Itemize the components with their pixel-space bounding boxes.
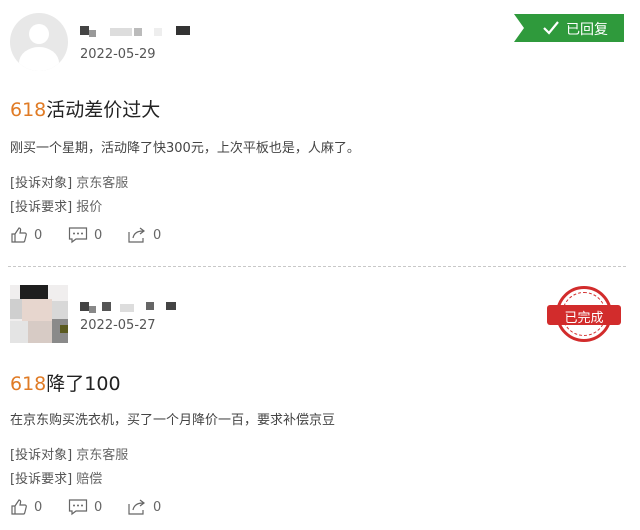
replied-status-badge: 已回复	[514, 14, 624, 42]
request-value: 赔偿	[76, 472, 103, 487]
user-avatar[interactable]	[10, 285, 68, 343]
post-title[interactable]: 618降了100	[10, 369, 121, 396]
share-count: 0	[153, 227, 162, 243]
complaint-target-row: [投诉对象] 京东客服	[10, 172, 128, 191]
complaint-request-row: [投诉要求] 赔偿	[10, 468, 102, 487]
user-avatar[interactable]	[10, 13, 68, 71]
post-content: 刚买一个星期，活动降了快300元，上次平板也是，人麻了。	[10, 141, 360, 156]
request-value: 报价	[76, 200, 103, 215]
share-button[interactable]: 0	[127, 226, 161, 244]
like-button[interactable]: 0	[10, 498, 42, 516]
comment-icon	[68, 499, 88, 516]
comment-icon	[68, 227, 88, 244]
target-label: [投诉对象]	[10, 176, 73, 191]
target-label: [投诉对象]	[10, 448, 73, 463]
complaint-target-row: [投诉对象] 京东客服	[10, 444, 128, 463]
post-date: 2022-05-29	[80, 47, 156, 62]
share-icon	[128, 499, 145, 515]
post-content: 在京东购买洗衣机，买了一个月降价一百，要求补偿京豆	[10, 413, 336, 428]
title-text: 降了100	[46, 373, 121, 395]
avatar-head-shape	[29, 24, 49, 44]
comment-button[interactable]: 0	[68, 498, 102, 516]
title-text: 活动差价过大	[46, 99, 161, 121]
completed-status-stamp: 已完成	[547, 286, 621, 342]
post-date: 2022-05-27	[80, 318, 156, 333]
request-label: [投诉要求]	[10, 200, 73, 215]
comment-count: 0	[94, 227, 103, 243]
username-blurred	[80, 20, 200, 40]
target-value: 京东客服	[76, 448, 129, 463]
avatar-body-shape	[19, 47, 59, 71]
thumbs-up-icon	[11, 499, 27, 515]
title-number: 618	[10, 99, 47, 121]
target-value: 京东客服	[76, 176, 129, 191]
request-label: [投诉要求]	[10, 472, 73, 487]
stamp-ribbon: 已完成	[547, 305, 621, 326]
username-blurred	[80, 296, 190, 316]
thumbs-up-icon	[11, 227, 27, 243]
share-count: 0	[153, 499, 162, 515]
status-label: 已回复	[566, 22, 608, 38]
status-label: 已完成	[564, 311, 604, 326]
like-button[interactable]: 0	[10, 226, 42, 244]
share-button[interactable]: 0	[127, 498, 161, 516]
comment-count: 0	[94, 499, 103, 515]
share-icon	[128, 227, 145, 243]
post-title[interactable]: 618活动差价过大	[10, 95, 160, 122]
complaint-request-row: [投诉要求] 报价	[10, 196, 102, 215]
post-divider	[8, 266, 626, 267]
title-number: 618	[10, 373, 47, 395]
like-count: 0	[34, 227, 43, 243]
comment-button[interactable]: 0	[68, 226, 102, 244]
like-count: 0	[34, 499, 43, 515]
